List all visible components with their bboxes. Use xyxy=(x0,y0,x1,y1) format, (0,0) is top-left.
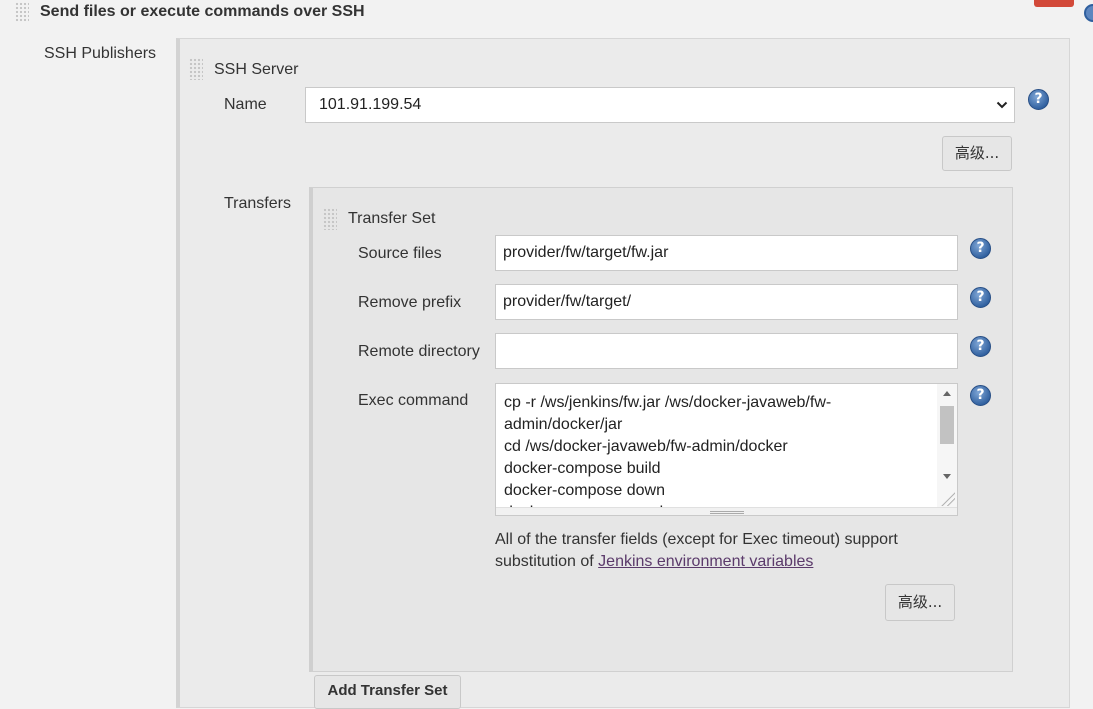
source-files-input[interactable]: provider/fw/target/fw.jar xyxy=(495,235,958,271)
exec-command-line: cd /ws/docker-javaweb/fw-admin/docker xyxy=(504,438,788,455)
remove-prefix-input[interactable]: provider/fw/target/ xyxy=(495,284,958,320)
section-title: Send files or execute commands over SSH xyxy=(40,3,365,20)
scroll-up-icon[interactable] xyxy=(943,391,951,396)
exec-command-textarea[interactable]: cp -r /ws/jenkins/fw.jar /ws/docker-java… xyxy=(495,383,958,516)
transfer-note-prefix: substitution of xyxy=(495,553,599,570)
transfer-note-line1: All of the transfer fields (except for E… xyxy=(495,531,898,548)
exec-command-line: admin/docker/jar xyxy=(504,416,623,433)
jenkins-env-vars-link[interactable]: Jenkins environment variables xyxy=(598,553,813,570)
delete-button[interactable] xyxy=(1034,0,1074,7)
help-icon[interactable]: ? xyxy=(970,238,991,259)
help-icon[interactable]: ? xyxy=(970,385,991,406)
textarea-resize-bar[interactable] xyxy=(496,507,957,515)
chevron-down-icon xyxy=(996,101,1008,109)
scroll-down-icon[interactable] xyxy=(943,474,951,479)
server-name-value: 101.91.199.54 xyxy=(319,96,422,113)
help-icon[interactable]: ? xyxy=(970,287,991,308)
exec-command-line: docker-compose down xyxy=(504,482,665,499)
scrollbar-thumb[interactable] xyxy=(940,406,954,444)
transfer-note-line2: substitution of Jenkins environment vari… xyxy=(495,553,813,571)
name-label: Name xyxy=(224,96,267,113)
ssh-server-advanced-button[interactable]: 高级... xyxy=(942,136,1012,171)
help-icon[interactable] xyxy=(1084,4,1093,22)
drag-grip-icon[interactable] xyxy=(323,208,337,230)
help-icon[interactable]: ? xyxy=(970,336,991,357)
transfer-advanced-button[interactable]: 高级... xyxy=(885,584,955,621)
exec-command-label: Exec command xyxy=(358,392,469,409)
resize-grip-icon[interactable] xyxy=(941,492,955,506)
add-transfer-set-button[interactable]: Add Transfer Set xyxy=(314,675,461,709)
transfers-label: Transfers xyxy=(224,195,291,212)
remote-directory-label: Remote directory xyxy=(358,343,480,360)
drag-grip-icon[interactable] xyxy=(15,2,29,22)
publishers-label: SSH Publishers xyxy=(44,45,157,62)
drag-handle-icon[interactable] xyxy=(710,511,744,514)
transfer-set-header: Transfer Set xyxy=(348,210,436,227)
help-icon[interactable]: ? xyxy=(1028,89,1049,110)
server-name-select[interactable]: 101.91.199.54 xyxy=(305,87,1015,123)
exec-command-line: docker-compose build xyxy=(504,460,661,477)
exec-command-text: cp -r /ws/jenkins/fw.jar /ws/docker-java… xyxy=(504,392,832,515)
remove-prefix-label: Remove prefix xyxy=(358,294,462,311)
drag-grip-icon[interactable] xyxy=(189,58,203,80)
ssh-server-header: SSH Server xyxy=(214,61,299,78)
source-files-label: Source files xyxy=(358,245,442,262)
remote-directory-input[interactable] xyxy=(495,333,958,369)
exec-command-line: cp -r /ws/jenkins/fw.jar /ws/docker-java… xyxy=(504,394,832,411)
